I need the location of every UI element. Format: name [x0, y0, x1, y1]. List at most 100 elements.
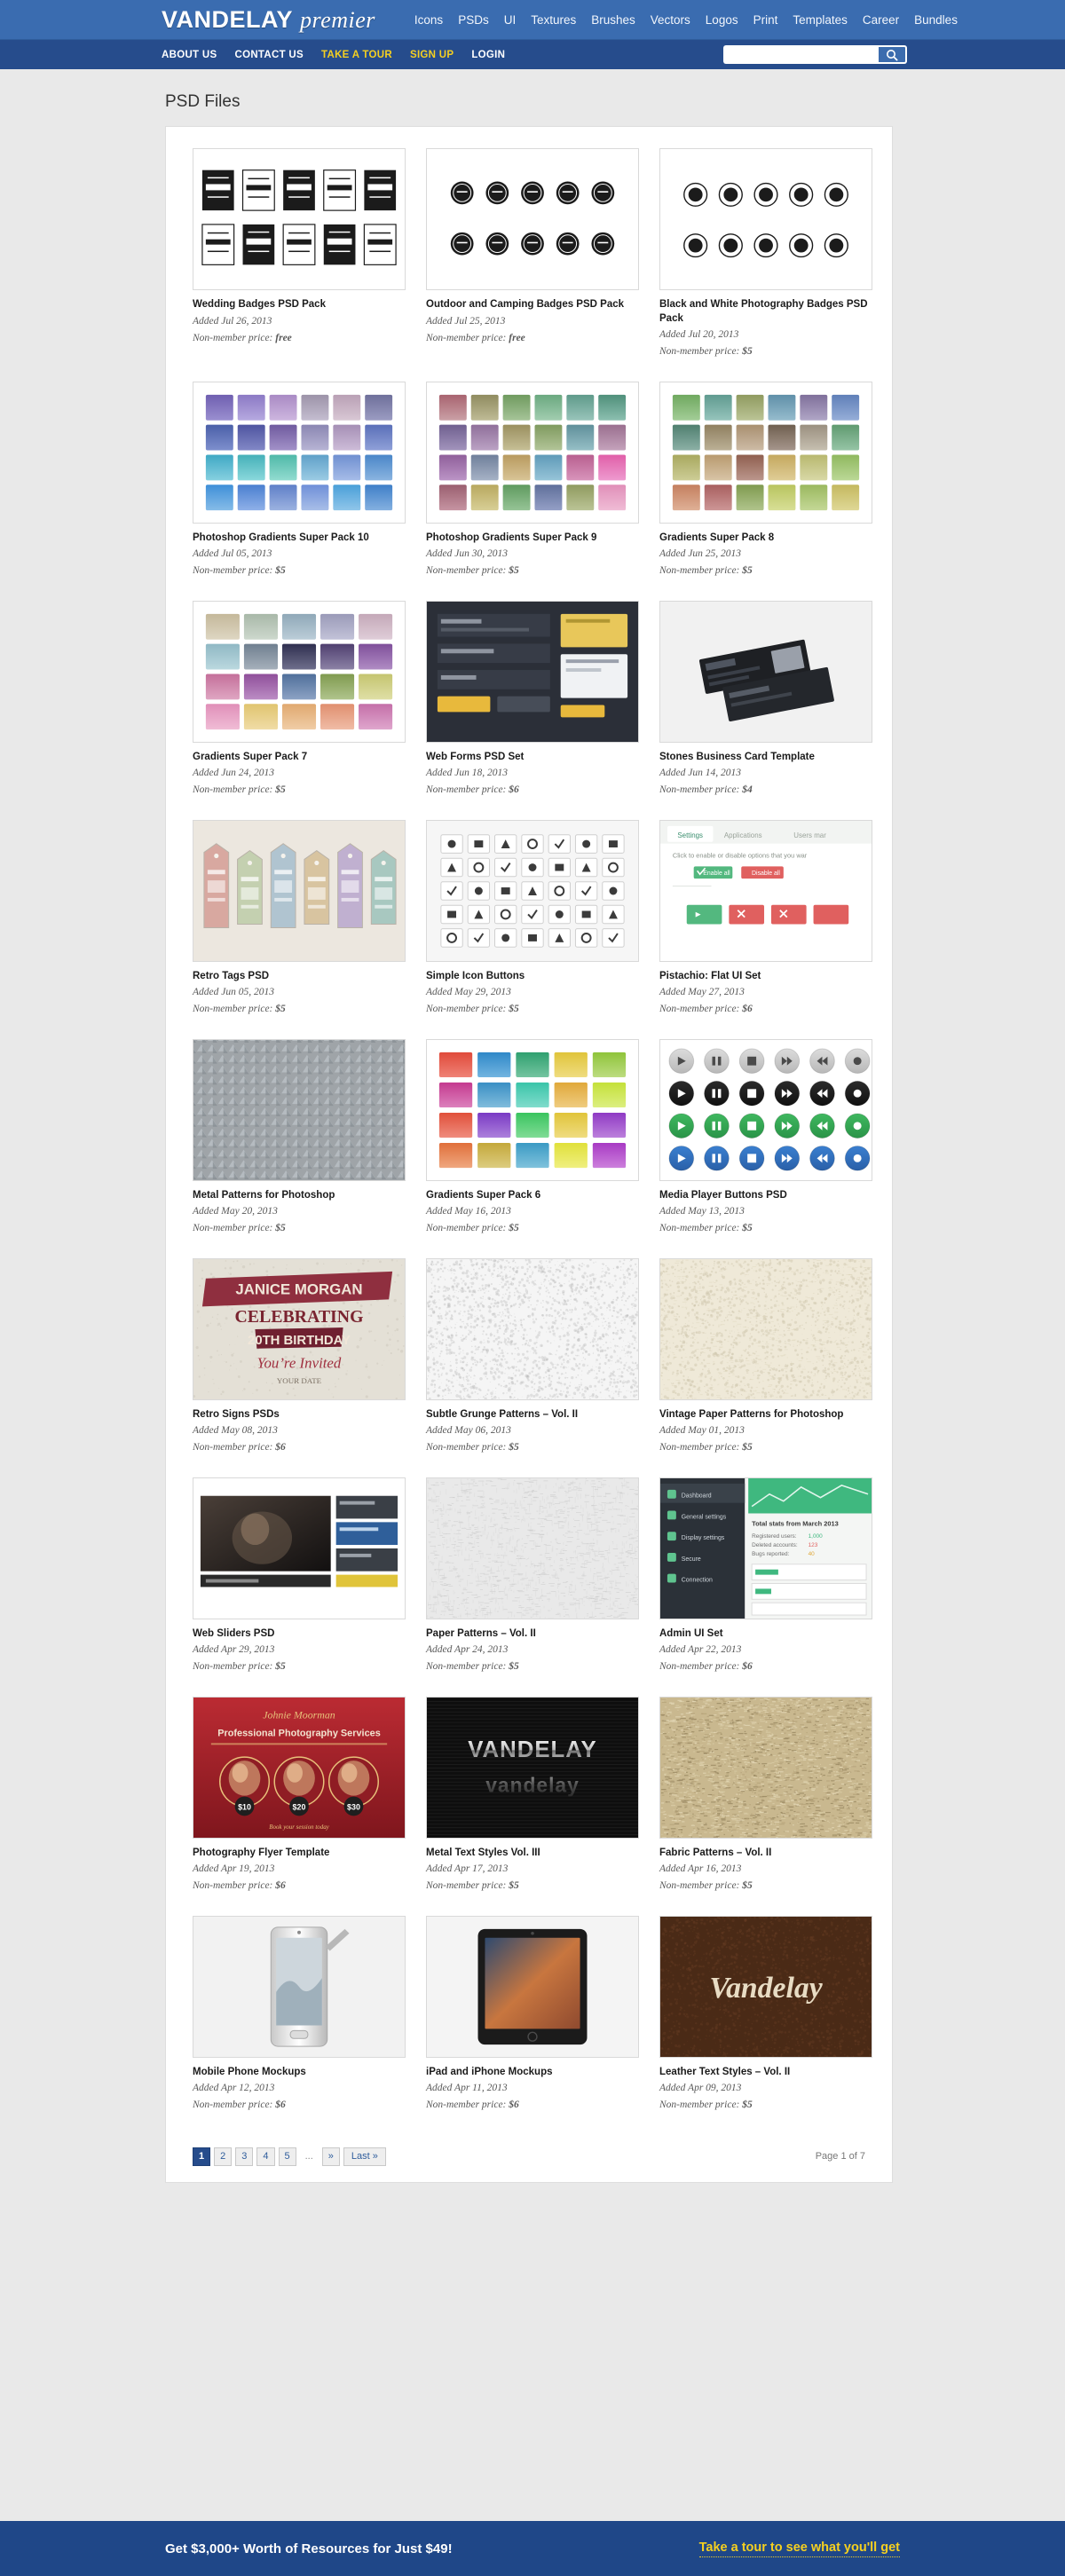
- search-button[interactable]: [879, 45, 907, 64]
- page-last-button[interactable]: Last »: [343, 2147, 386, 2166]
- item-title[interactable]: Paper Patterns – Vol. II: [426, 1627, 639, 1642]
- nav-item-psds[interactable]: PSDs: [458, 13, 489, 27]
- item-price: Non-member price: $5: [426, 1879, 639, 1894]
- page-link-3[interactable]: 3: [235, 2147, 253, 2166]
- nav-item-logos[interactable]: Logos: [706, 13, 738, 27]
- item-price-value: $5: [742, 1880, 753, 1891]
- page-link-5[interactable]: 5: [279, 2147, 296, 2166]
- thumbnail-wedding-badges[interactable]: [193, 148, 406, 290]
- item-title[interactable]: Outdoor and Camping Badges PSD Pack: [426, 298, 639, 312]
- nav-item-brushes[interactable]: Brushes: [591, 13, 635, 27]
- item-price-label: Non-member price:: [426, 1661, 509, 1672]
- item-title[interactable]: Admin UI Set: [659, 1627, 872, 1642]
- thumbnail-grunge-patterns[interactable]: [426, 1258, 639, 1400]
- item-price: Non-member price: $5: [659, 2098, 872, 2113]
- thumbnail-vintage-paper[interactable]: [659, 1258, 872, 1400]
- page-link-4[interactable]: 4: [256, 2147, 274, 2166]
- thumbnail-paper-patterns[interactable]: [426, 1477, 639, 1619]
- thumbnail-gradients-10[interactable]: [193, 382, 406, 524]
- item-title[interactable]: Gradients Super Pack 8: [659, 532, 872, 546]
- item-title[interactable]: Mobile Phone Mockups: [193, 2066, 406, 2080]
- item-title[interactable]: Stones Business Card Template: [659, 751, 872, 765]
- item-title[interactable]: Photoshop Gradients Super Pack 9: [426, 532, 639, 546]
- subnav-item-sign-up[interactable]: SIGN UP: [410, 50, 454, 60]
- thumbnail-retro-signs[interactable]: JANICE MORGAN CELEBRATING 20TH BIRTHDAY You…: [193, 1258, 406, 1400]
- thumbnail-bw-badges[interactable]: [659, 148, 872, 290]
- thumbnail-gradients-6[interactable]: [426, 1039, 639, 1181]
- subnav-item-take-a-tour[interactable]: TAKE A TOUR: [321, 50, 392, 60]
- thumbnail-photo-flyer[interactable]: Johnie Moorman Professional Photography S…: [193, 1697, 406, 1839]
- item-price: Non-member price: $5: [659, 1879, 872, 1894]
- thumbnail-metal-text[interactable]: VANDELAY vandelay: [426, 1697, 639, 1839]
- item-title[interactable]: Media Player Buttons PSD: [659, 1189, 872, 1203]
- thumbnail-leather-text[interactable]: Vandelay: [659, 1916, 872, 2058]
- thumbnail-admin-ui[interactable]: Dashboard General settings Display setting…: [659, 1477, 872, 1619]
- item-title[interactable]: Leather Text Styles – Vol. II: [659, 2066, 872, 2080]
- thumbnail-outdoor-badges[interactable]: [426, 148, 639, 290]
- thumbnail-web-sliders[interactable]: [193, 1477, 406, 1619]
- item-price-label: Non-member price:: [193, 2099, 275, 2110]
- psd-item: Media Player Buttons PSD Added May 13, 20…: [659, 1039, 872, 1237]
- subnav-item-login[interactable]: LOGIN: [471, 50, 505, 60]
- item-title[interactable]: Photography Flyer Template: [193, 1847, 406, 1861]
- item-title[interactable]: Simple Icon Buttons: [426, 970, 639, 984]
- nav-item-career[interactable]: Career: [863, 13, 899, 27]
- item-title[interactable]: Fabric Patterns – Vol. II: [659, 1847, 872, 1861]
- thumbnail-gradients-8[interactable]: [659, 382, 872, 524]
- nav-item-bundles[interactable]: Bundles: [914, 13, 958, 27]
- page-next-button[interactable]: »: [322, 2147, 340, 2166]
- psd-item: Gradients Super Pack 8 Added Jun 25, 2013…: [659, 382, 872, 579]
- item-title[interactable]: Subtle Grunge Patterns – Vol. II: [426, 1408, 639, 1422]
- thumbnail-ipad-mockups[interactable]: [426, 1916, 639, 2058]
- nav-item-print[interactable]: Print: [753, 13, 778, 27]
- item-price: Non-member price: $6: [659, 1659, 872, 1674]
- thumbnail-metal-patterns[interactable]: [193, 1039, 406, 1181]
- item-title[interactable]: Web Forms PSD Set: [426, 751, 639, 765]
- thumbnail-media-buttons[interactable]: [659, 1039, 872, 1181]
- thumbnail-simple-icons[interactable]: [426, 820, 639, 962]
- item-title[interactable]: Gradients Super Pack 7: [193, 751, 406, 765]
- page-link-2[interactable]: 2: [214, 2147, 232, 2166]
- psd-row: Gradients Super Pack 7 Added Jun 24, 2013…: [193, 601, 865, 799]
- item-title[interactable]: Photoshop Gradients Super Pack 10: [193, 532, 406, 546]
- listing-card: Wedding Badges PSD Pack Added Jul 26, 201…: [165, 126, 893, 2183]
- item-title[interactable]: Pistachio: Flat UI Set: [659, 970, 872, 984]
- thumbnail-gradients-9[interactable]: [426, 382, 639, 524]
- item-price-value: $5: [275, 565, 286, 576]
- site-logo[interactable]: VANDELAY premier: [162, 6, 375, 34]
- item-title[interactable]: Metal Text Styles Vol. III: [426, 1847, 639, 1861]
- item-title[interactable]: Retro Signs PSDs: [193, 1408, 406, 1422]
- psd-item: Settings Applications Users mar Click to en…: [659, 820, 872, 1018]
- item-price: Non-member price: $6: [426, 783, 639, 798]
- thumbnail-retro-tags[interactable]: [193, 820, 406, 962]
- psd-item: iPad and iPhone Mockups Added Apr 11, 201…: [426, 1916, 639, 2114]
- page-link-1[interactable]: 1: [193, 2147, 210, 2166]
- item-price-value: $5: [275, 1661, 286, 1672]
- thumbnail-stones-card[interactable]: [659, 601, 872, 743]
- item-price-label: Non-member price:: [659, 784, 742, 795]
- item-title[interactable]: Black and White Photography Badges PSD P…: [659, 298, 872, 326]
- nav-item-vectors[interactable]: Vectors: [651, 13, 690, 27]
- item-title[interactable]: Gradients Super Pack 6: [426, 1189, 639, 1203]
- thumbnail-fabric-patterns[interactable]: [659, 1697, 872, 1839]
- subnav-item-about-us[interactable]: ABOUT US: [162, 50, 217, 60]
- item-title[interactable]: Retro Tags PSD: [193, 970, 406, 984]
- thumbnail-pistachio-ui[interactable]: Settings Applications Users mar Click to en…: [659, 820, 872, 962]
- subnav-item-contact-us[interactable]: CONTACT US: [234, 50, 304, 60]
- promo-cta-link[interactable]: Take a tour to see what you'll get: [699, 2541, 900, 2557]
- thumbnail-phone-mockups[interactable]: [193, 1916, 406, 2058]
- item-title[interactable]: Wedding Badges PSD Pack: [193, 298, 406, 312]
- thumbnail-gradients-7[interactable]: [193, 601, 406, 743]
- thumbnail-web-forms[interactable]: [426, 601, 639, 743]
- nav-item-textures[interactable]: Textures: [531, 13, 576, 27]
- item-title[interactable]: iPad and iPhone Mockups: [426, 2066, 639, 2080]
- item-title[interactable]: Vintage Paper Patterns for Photoshop: [659, 1408, 872, 1422]
- item-price: Non-member price: $5: [426, 1659, 639, 1674]
- item-price-value: $6: [275, 1442, 286, 1453]
- nav-item-ui[interactable]: UI: [504, 13, 517, 27]
- search-input[interactable]: [723, 45, 879, 64]
- nav-item-templates[interactable]: Templates: [793, 13, 848, 27]
- item-title[interactable]: Web Sliders PSD: [193, 1627, 406, 1642]
- item-title[interactable]: Metal Patterns for Photoshop: [193, 1189, 406, 1203]
- nav-item-icons[interactable]: Icons: [414, 13, 443, 27]
